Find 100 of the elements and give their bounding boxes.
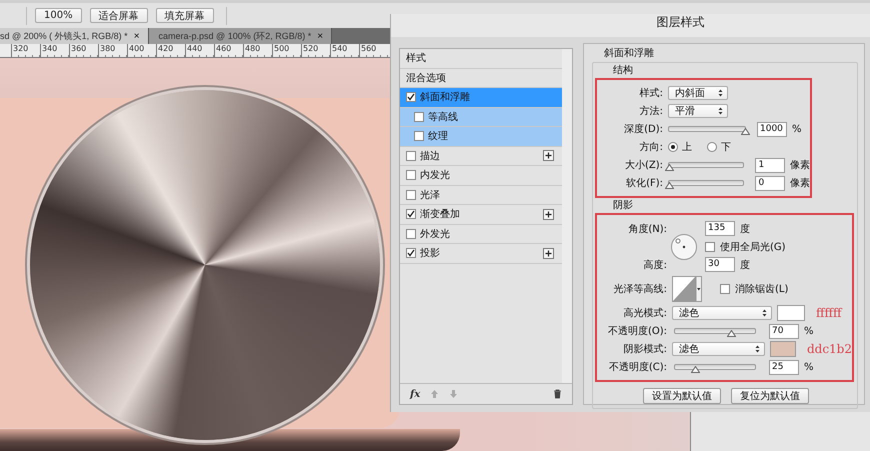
document-tab[interactable]: sd @ 200% ( 外镜头1, RGB/8) * × <box>0 28 149 44</box>
field-label: 方法: <box>638 104 663 118</box>
list-header: 样式 <box>400 49 562 68</box>
group-title: 阴影 <box>613 200 634 212</box>
field-label: 不透明度(C): <box>608 360 667 374</box>
style-list-item[interactable]: 渐变叠加 <box>400 205 562 224</box>
style-list-item[interactable]: 光泽 <box>400 186 562 205</box>
checkbox[interactable] <box>406 209 416 220</box>
field-label: 软化(F): <box>625 177 663 190</box>
style-list-item[interactable]: 外发光 <box>400 224 562 244</box>
ruler-label: 460 <box>214 44 243 57</box>
updown-caret-icon <box>718 107 723 115</box>
slider-track[interactable] <box>668 180 744 186</box>
unit-label: 像素 <box>790 176 810 190</box>
style-list-item[interactable]: 纹理 <box>400 127 562 146</box>
updown-caret-icon <box>755 345 760 353</box>
style-list-item[interactable]: 描边 <box>400 146 562 166</box>
style-list-item[interactable]: 内发光 <box>400 166 562 186</box>
toolbar-button[interactable]: 100% <box>35 8 82 23</box>
number-input[interactable]: 0 <box>755 176 785 190</box>
number-input[interactable]: 1000 <box>757 122 787 136</box>
contour-picker[interactable] <box>672 276 702 302</box>
default-button[interactable]: 复位为默认值 <box>731 388 809 404</box>
close-button[interactable]: × <box>134 30 140 42</box>
field-label: 阴影模式: <box>622 342 667 356</box>
checkbox[interactable] <box>414 131 424 142</box>
add-icon[interactable] <box>543 248 554 259</box>
slider-track[interactable] <box>674 364 756 370</box>
fx-button[interactable]: fx <box>410 388 420 400</box>
checkbox[interactable] <box>705 242 715 252</box>
unit-label: % <box>804 362 814 372</box>
slider-thumb[interactable] <box>741 128 750 135</box>
ruler-label: 400 <box>127 44 156 57</box>
number-input[interactable]: 70 <box>769 324 799 338</box>
up-arrow-icon[interactable] <box>430 389 440 399</box>
ruler-label: 480 <box>243 44 272 57</box>
checkbox[interactable] <box>406 228 416 239</box>
toolbar-button[interactable]: 适合屏幕 <box>90 8 148 23</box>
number-input[interactable]: 30 <box>705 257 735 272</box>
dialog-title: 图层样式 <box>391 14 870 37</box>
dropdown[interactable]: 内斜面 <box>668 86 728 100</box>
ruler-label: 520 <box>301 44 330 57</box>
color-swatch[interactable] <box>777 305 805 321</box>
dropdown[interactable]: 滤色 <box>672 306 772 320</box>
style-list-item[interactable]: 等高线 <box>400 108 562 127</box>
number-input[interactable]: 1 <box>755 158 785 172</box>
checkbox[interactable] <box>406 150 416 161</box>
updown-caret-icon <box>762 309 767 317</box>
checkbox-label: 消除锯齿(L) <box>735 282 788 296</box>
close-button[interactable]: × <box>317 30 324 42</box>
field-label: 高光模式: <box>622 306 667 320</box>
option-label: 下 <box>721 141 731 154</box>
field-label: 高度: <box>642 258 667 272</box>
add-icon[interactable] <box>543 208 554 220</box>
ruler-label: 360 <box>69 44 98 57</box>
radio-button[interactable] <box>707 142 717 152</box>
checkbox[interactable] <box>720 284 730 294</box>
ruler-label: 500 <box>272 44 301 57</box>
number-input[interactable]: 135 <box>705 221 735 236</box>
default-button[interactable]: 设置为默认值 <box>643 388 721 404</box>
slider-thumb[interactable] <box>727 330 736 337</box>
add-icon[interactable] <box>543 150 554 162</box>
style-list-item[interactable]: 斜面和浮雕 <box>400 88 562 108</box>
document-tab[interactable]: camera-p.psd @ 100% (环2, RGB/8) * × <box>148 28 332 44</box>
style-list-item[interactable]: 投影 <box>400 244 562 264</box>
dropdown[interactable]: 滤色 <box>672 342 766 356</box>
unit-label: 度 <box>740 222 750 236</box>
down-arrow-icon[interactable] <box>449 389 458 399</box>
field-label: 角度(N): <box>627 222 667 236</box>
unit-label: % <box>792 124 802 134</box>
slider-track[interactable] <box>668 162 744 168</box>
ruler-label: 540 <box>330 44 359 57</box>
ruler-label: 420 <box>156 44 185 57</box>
ruler-label: 380 <box>98 44 127 57</box>
number-input[interactable]: 25 <box>769 360 799 374</box>
slider-thumb[interactable] <box>665 164 674 171</box>
field-label: 方向: <box>638 140 663 154</box>
checkbox-label: 使用全局光(G) <box>720 240 786 254</box>
slider-thumb[interactable] <box>665 182 674 189</box>
angle-dial[interactable] <box>671 234 697 260</box>
slider-thumb[interactable] <box>691 366 700 373</box>
field-label: 光泽等高线: <box>612 282 667 296</box>
color-swatch[interactable] <box>770 341 796 357</box>
checkbox[interactable] <box>414 112 424 122</box>
ruler-label: 340 <box>40 44 69 57</box>
option-label: 上 <box>682 140 692 154</box>
checkbox[interactable] <box>406 248 416 258</box>
group-title: 结构 <box>613 65 634 77</box>
unit-label: 像素 <box>790 158 810 172</box>
checkbox[interactable] <box>406 92 416 102</box>
checkbox[interactable] <box>406 190 416 200</box>
slider-track[interactable] <box>674 328 756 334</box>
field-label: 样式: <box>638 86 663 100</box>
toolbar-button[interactable]: 填充屏幕 <box>156 8 214 23</box>
field-label: 大小(Z): <box>624 158 663 172</box>
radio-button[interactable] <box>668 142 678 152</box>
trash-icon[interactable] <box>553 389 562 399</box>
dropdown[interactable]: 平滑 <box>668 104 728 118</box>
ruler-label: 320 <box>11 44 40 57</box>
checkbox[interactable] <box>406 170 416 180</box>
